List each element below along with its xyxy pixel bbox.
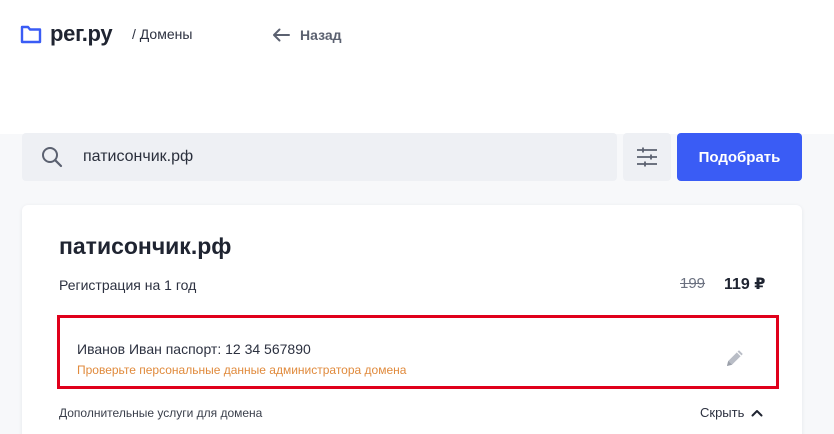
domain-card: патисончик.рф Регистрация на 1 год 199 1… — [22, 205, 802, 434]
chevron-up-icon — [751, 409, 763, 416]
search-bar — [22, 133, 617, 181]
breadcrumb[interactable]: / Домены — [132, 26, 192, 42]
admin-details-box: Иванов Иван паспорт: 12 34 567890 Провер… — [57, 315, 779, 389]
back-label: Назад — [300, 27, 342, 43]
header-band — [0, 72, 834, 134]
sliders-icon — [637, 147, 657, 167]
old-price: 199 — [680, 275, 706, 292]
collapse-label: Скрыть — [700, 405, 745, 420]
logo[interactable]: рег.ру — [20, 18, 113, 50]
pick-button[interactable]: Подобрать — [677, 133, 802, 181]
arrow-left-icon — [273, 28, 290, 42]
folder-icon — [20, 25, 42, 44]
search-input[interactable] — [83, 142, 563, 172]
domain-title: патисончик.рф — [59, 233, 232, 259]
admin-warning: Проверьте персональные данные администра… — [77, 363, 407, 377]
pencil-icon[interactable] — [724, 347, 746, 369]
logo-text: рег.ру — [50, 21, 113, 46]
extra-services-label: Дополнительные услуги для домена — [59, 406, 263, 420]
search-icon — [42, 147, 63, 168]
top-header: рег.ру / Домены Назад — [0, 0, 834, 72]
admin-details: Иванов Иван паспорт: 12 34 567890 — [77, 341, 311, 357]
collapse-toggle[interactable]: Скрыть — [700, 405, 763, 420]
filter-button[interactable] — [623, 133, 671, 181]
registration-label: Регистрация на 1 год — [59, 277, 197, 293]
new-price: 119 ₽ — [724, 276, 766, 293]
back-button[interactable]: Назад — [272, 23, 342, 47]
